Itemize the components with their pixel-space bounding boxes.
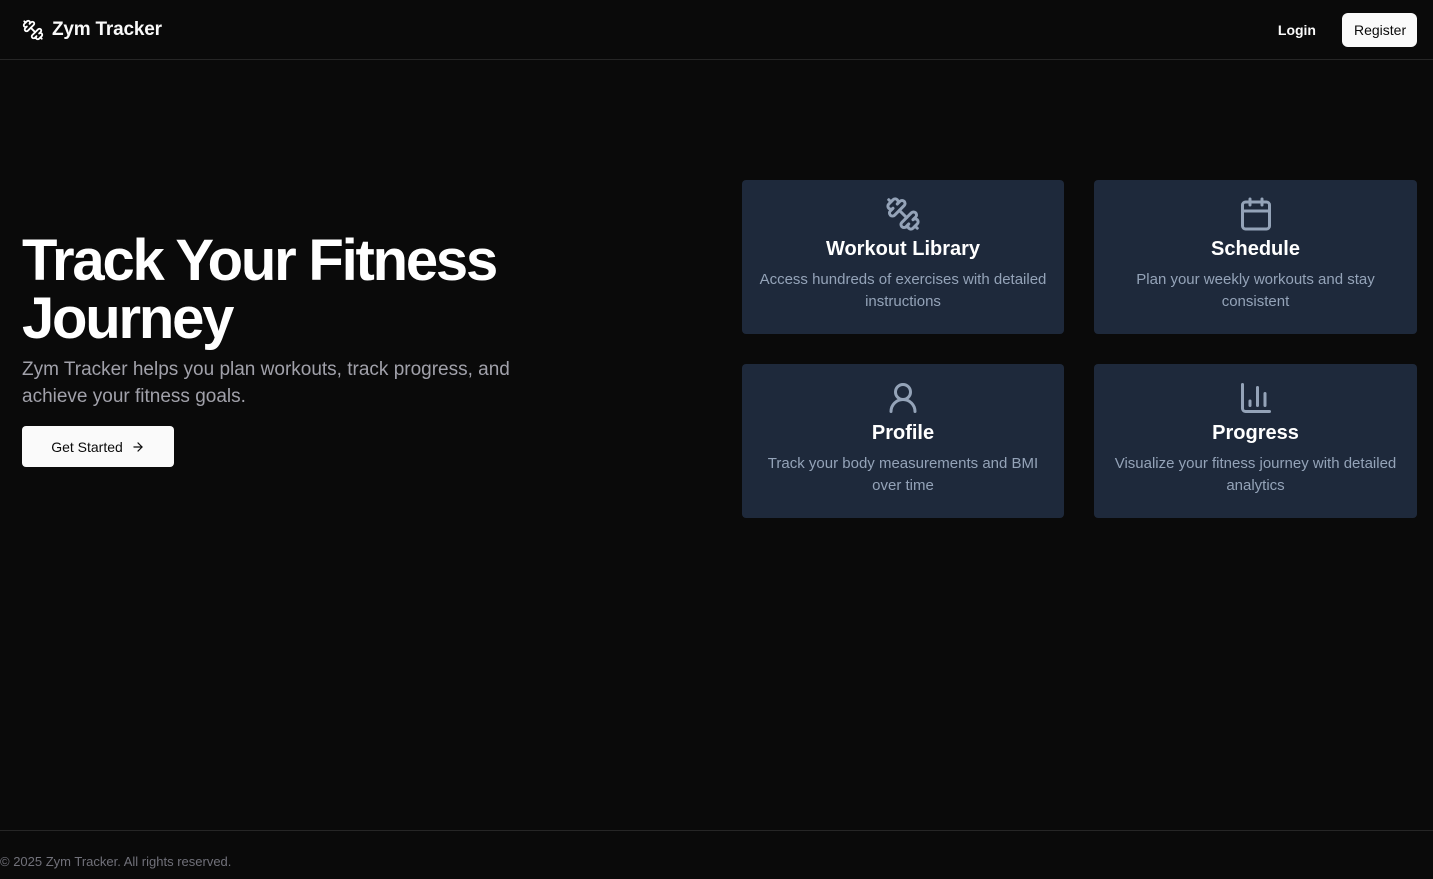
feature-cards: Workout Library Access hundreds of exerc…	[742, 180, 1417, 518]
feature-card-description: Track your body measurements and BMI ove…	[767, 455, 1039, 494]
top-nav: Zym Tracker Login Register	[0, 0, 1433, 60]
feature-card-workout-library[interactable]: Workout Library Access hundreds of exerc…	[742, 180, 1064, 334]
arrow-right-icon	[131, 440, 145, 454]
feature-card-description: Visualize your fitness journey with deta…	[1114, 455, 1397, 494]
brand-name: Zym Tracker	[52, 18, 162, 40]
feature-card-title: Schedule	[1211, 238, 1300, 260]
get-started-label: Get Started	[51, 438, 123, 455]
hero-subtitle: Zym Tracker helps you plan workouts, tra…	[22, 359, 510, 407]
login-button[interactable]: Login	[1262, 13, 1332, 47]
feature-card-profile[interactable]: Profile Track your body measurements and…	[742, 364, 1064, 518]
user-icon	[885, 380, 921, 416]
footer: © 2025 Zym Tracker. All rights reserved.	[0, 830, 1433, 879]
feature-card-schedule[interactable]: Schedule Plan your weekly workouts and s…	[1094, 180, 1417, 334]
feature-card-title: Progress	[1212, 422, 1299, 444]
feature-card-title: Profile	[871, 422, 935, 444]
feature-card-description: Plan your weekly workouts and stay consi…	[1136, 271, 1375, 310]
hero-section: Track Your Fitness Journey Zym Tracker h…	[22, 232, 622, 467]
hero-title: Track Your Fitness Journey	[22, 232, 622, 348]
auth-nav: Login Register	[1262, 12, 1417, 47]
hero-title-line-2: Journey	[22, 286, 234, 351]
register-button[interactable]: Register	[1342, 12, 1417, 47]
get-started-button[interactable]: Get Started	[22, 426, 174, 467]
dumbbell-icon	[22, 19, 44, 41]
hero-title-line-1: Track Your Fitness	[22, 228, 498, 293]
calendar-icon	[1238, 196, 1274, 232]
feature-card-description: Access hundreds of exercises with detail…	[759, 271, 1047, 310]
copyright-text: © 2025 Zym Tracker. All rights reserved.	[0, 853, 232, 869]
dumbbell-icon	[885, 196, 921, 232]
brand[interactable]: Zym Tracker	[22, 19, 162, 41]
feature-card-title: Workout Library	[825, 238, 981, 260]
feature-card-progress[interactable]: Progress Visualize your fitness journey …	[1094, 364, 1417, 518]
bar-chart-icon	[1238, 380, 1274, 416]
